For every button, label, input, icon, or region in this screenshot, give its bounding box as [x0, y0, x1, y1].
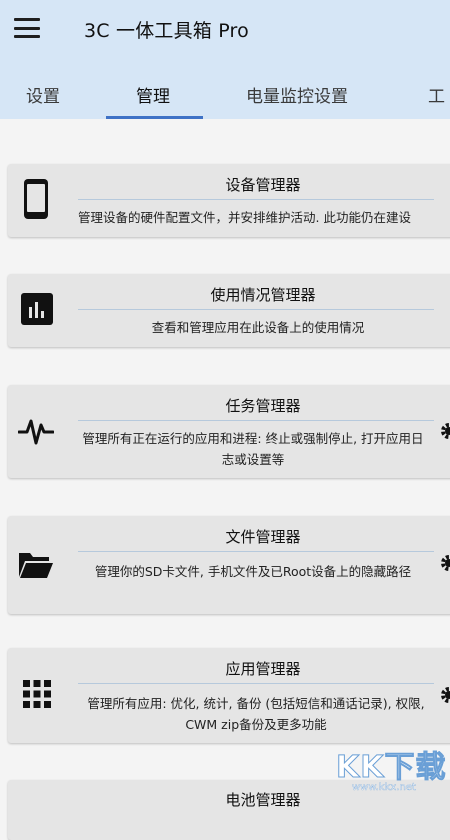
usage-manager-card[interactable]: 使用情况管理器 查看和管理应用在此设备上的使用情况: [8, 274, 450, 347]
card-divider: [78, 420, 434, 421]
card-description: 管理设备的硬件配置文件，并安排维护活动. 此功能仍在建设: [78, 210, 411, 225]
card-description: 管理所有应用: 优化, 统计, 备份 (包括短信和通话记录), 权限, CWM …: [87, 696, 425, 732]
gear-icon[interactable]: [440, 554, 450, 572]
card-divider: [78, 199, 434, 200]
app-manager-card[interactable]: 应用管理器 管理所有应用: 优化, 统计, 备份 (包括短信和通话记录), 权限…: [8, 648, 450, 743]
card-title: 文件管理器: [225, 528, 301, 546]
watermark-url: www.kkx.net: [352, 782, 416, 793]
device-manager-card[interactable]: 设备管理器 管理设备的硬件配置文件，并安排维护活动. 此功能仍在建设: [8, 164, 450, 237]
folder-icon: [19, 553, 53, 578]
tab-power-monitor-settings[interactable]: 电量监控设置: [246, 82, 348, 107]
bar-chart-icon: [21, 293, 53, 325]
card-description: 管理你的SD卡文件, 手机文件及已Root设备上的隐藏路径: [94, 564, 412, 579]
task-manager-card[interactable]: 任务管理器 管理所有正在运行的应用和进程: 终止或强制停止, 打开应用日志或设置…: [8, 385, 450, 478]
pulse-icon: [18, 419, 54, 445]
card-description: 管理所有正在运行的应用和进程: 终止或强制停止, 打开应用日志或设置等: [82, 431, 424, 467]
file-manager-card[interactable]: 文件管理器 管理你的SD卡文件, 手机文件及已Root设备上的隐藏路径: [8, 516, 450, 614]
card-divider: [78, 683, 434, 684]
tab-tools[interactable]: 工: [428, 82, 445, 107]
card-title: 应用管理器: [225, 660, 301, 678]
card-title: 使用情况管理器: [210, 286, 316, 304]
watermark-brand: KK下载: [336, 750, 447, 786]
card-divider: [78, 551, 434, 552]
card-title: 任务管理器: [225, 397, 301, 415]
tab-bar: 设置 管理 电量监控设置 工: [0, 68, 450, 119]
tab-management[interactable]: 管理: [136, 82, 170, 107]
active-tab-indicator: [106, 116, 203, 119]
apps-grid-icon: [23, 680, 51, 708]
card-divider: [78, 309, 434, 310]
tab-settings[interactable]: 设置: [26, 82, 60, 107]
card-description: 查看和管理应用在此设备上的使用情况: [151, 320, 365, 335]
gear-icon[interactable]: [440, 422, 450, 440]
watermark-logo: KK下载 www.kkx.net: [330, 742, 446, 796]
card-title: 设备管理器: [225, 176, 301, 194]
app-bar: 3C 一体工具箱 Pro: [0, 0, 450, 68]
app-title: 3C 一体工具箱 Pro: [84, 20, 249, 42]
menu-icon[interactable]: [14, 18, 40, 38]
phone-icon: [24, 179, 48, 219]
gear-icon[interactable]: [440, 686, 450, 704]
